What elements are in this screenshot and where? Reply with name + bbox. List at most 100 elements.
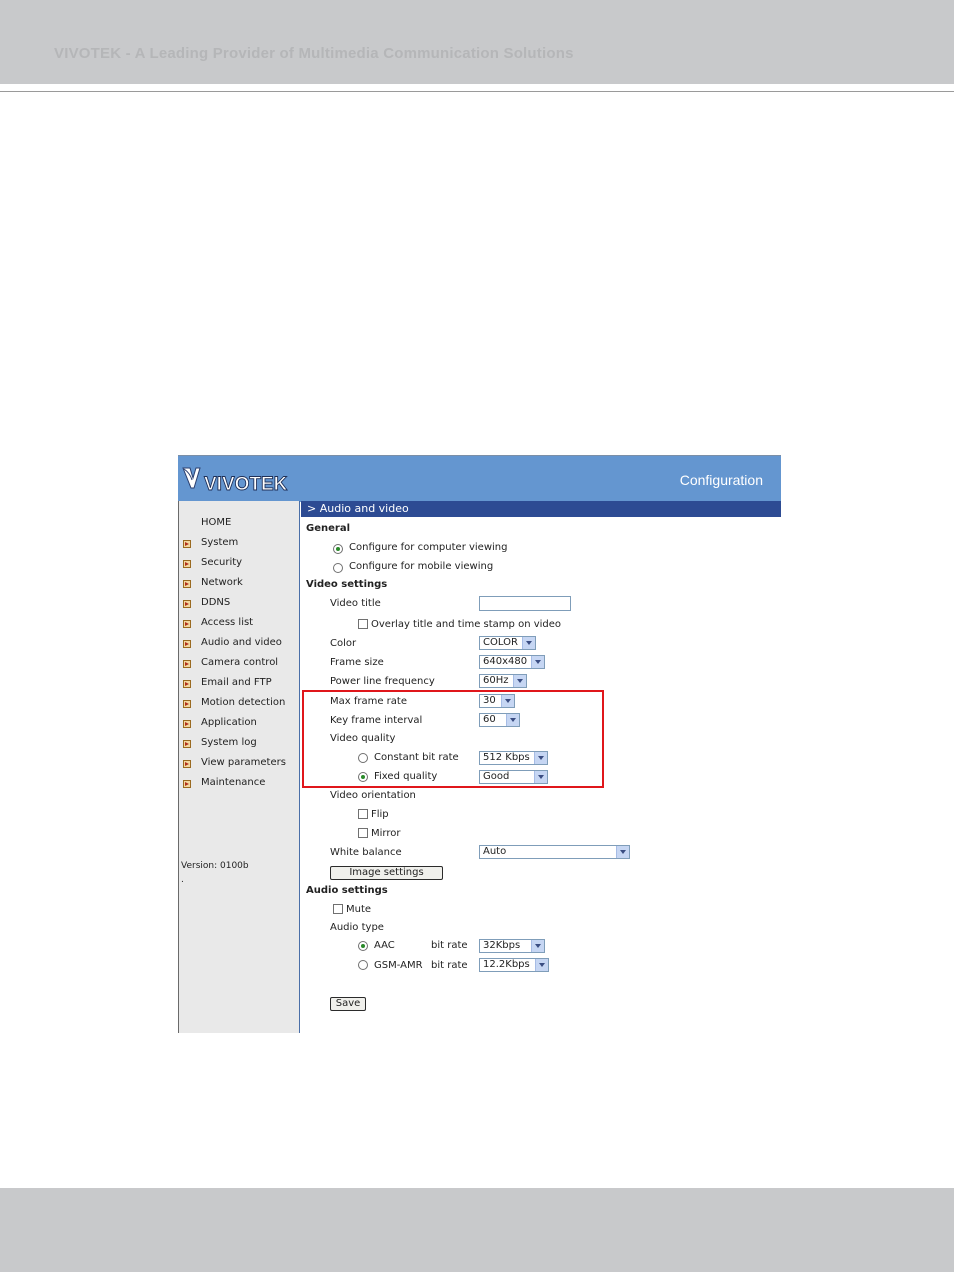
nav-item-label: System log [201, 737, 257, 748]
arrow-bullet-icon [183, 580, 191, 588]
white-balance-value: Auto [483, 846, 507, 857]
arrow-bullet-icon [183, 780, 191, 788]
section-title: > Audio and video [307, 502, 409, 515]
arrow-bullet-icon [183, 740, 191, 748]
page-header-title: VIVOTEK - A Leading Provider of Multimed… [54, 45, 574, 62]
nav-item-label: Access list [201, 617, 254, 628]
nav-item-label: System [201, 537, 239, 548]
general-heading: General [306, 523, 350, 534]
nav-item-label: Email and FTP [201, 677, 272, 688]
nav-item-label: Motion detection [201, 697, 286, 708]
nav-item-camera-control[interactable]: Camera control [179, 657, 300, 673]
power-line-label: Power line frequency [330, 676, 435, 687]
arrow-bullet-icon [183, 540, 191, 548]
gsm-bitrate-select[interactable]: 12.2Kbps [479, 958, 549, 972]
nav-item-label: Camera control [201, 657, 279, 668]
arrow-bullet-icon [183, 620, 191, 628]
power-line-select[interactable]: 60Hz [479, 674, 527, 688]
chevron-down-icon [513, 675, 526, 687]
version-label: Version: 0100b [181, 861, 249, 871]
nav-item-label: Network [201, 577, 243, 588]
aac-bitrate-label: bit rate [431, 940, 468, 951]
aac-label: AAC [374, 940, 395, 951]
video-title-label: Video title [330, 598, 381, 609]
overlay-checkbox[interactable] [358, 619, 368, 629]
nav-item-label: View parameters [201, 757, 286, 768]
flip-checkbox[interactable] [358, 809, 368, 819]
power-line-value: 60Hz [483, 675, 509, 686]
chevron-down-icon [531, 656, 544, 668]
computer-viewing-radio[interactable] [333, 544, 343, 554]
mirror-label: Mirror [371, 828, 401, 839]
gsm-bitrate-label: bit rate [431, 960, 468, 971]
nav-item-home[interactable]: HOME [179, 517, 300, 533]
white-balance-select[interactable]: Auto [479, 845, 630, 859]
overlay-label: Overlay title and time stamp on video [371, 619, 562, 630]
nav-item-access-list[interactable]: Access list [179, 617, 300, 633]
section-title-bar: > Audio and video [301, 501, 781, 517]
nav-item-system[interactable]: System [179, 537, 300, 553]
chevron-down-icon [531, 940, 544, 952]
image-settings-button[interactable]: Image settings [330, 866, 443, 880]
nav-item-label: Maintenance [201, 777, 266, 788]
color-label: Color [330, 638, 357, 649]
audio-settings-heading: Audio settings [306, 885, 388, 896]
nav-item-label: DDNS [201, 597, 231, 608]
nav-item-system-log[interactable]: System log [179, 737, 300, 753]
nav-item-network[interactable]: Network [179, 577, 300, 593]
arrow-bullet-icon [183, 720, 191, 728]
arrow-bullet-icon [183, 600, 191, 608]
mute-label: Mute [346, 904, 372, 915]
color-select[interactable]: COLOR [479, 636, 536, 650]
config-title: Configuration [679, 472, 763, 488]
nav-item-security[interactable]: Security [179, 557, 300, 573]
nav-item-ddns[interactable]: DDNS [179, 597, 300, 613]
nav-item-maintenance[interactable]: Maintenance [179, 777, 300, 793]
color-value: COLOR [483, 637, 518, 648]
mobile-viewing-label: Configure for mobile viewing [349, 561, 494, 572]
nav-item-label: Security [201, 557, 243, 568]
header-divider [0, 91, 954, 92]
page-header: VIVOTEK - A Leading Provider of Multimed… [0, 0, 954, 84]
logo-text: VIVOTEK [204, 474, 288, 495]
nav-item-label: Audio and video [201, 637, 282, 648]
highlight-box [302, 690, 604, 788]
nav-item-view-parameters[interactable]: View parameters [179, 757, 300, 773]
mirror-checkbox[interactable] [358, 828, 368, 838]
video-settings-heading: Video settings [306, 579, 388, 590]
nav-item-label: HOME [201, 517, 232, 528]
left-nav: HOME System Security Network DDNS Access list… [178, 501, 300, 1033]
nav-item-motion-detection[interactable]: Motion detection [179, 697, 300, 713]
arrow-bullet-icon [183, 660, 191, 668]
flip-label: Flip [371, 809, 389, 820]
frame-size-select[interactable]: 640x480 [479, 655, 545, 669]
nav-item-audio-and-video[interactable]: Audio and video [179, 637, 300, 653]
nav-item-application[interactable]: Application [179, 717, 300, 733]
white-balance-label: White balance [330, 847, 402, 858]
aac-bitrate-value: 32Kbps [483, 940, 521, 951]
arrow-bullet-icon [183, 640, 191, 648]
save-button[interactable]: Save [330, 997, 366, 1011]
frame-size-value: 640x480 [483, 656, 528, 667]
arrow-bullet-icon [183, 700, 191, 708]
video-title-input[interactable] [479, 596, 571, 611]
gsm-amr-radio[interactable] [358, 960, 368, 970]
aac-radio[interactable] [358, 941, 368, 951]
nav-item-label: Application [201, 717, 257, 728]
audio-type-label: Audio type [330, 922, 384, 933]
version-dot: . [181, 875, 184, 885]
video-orientation-label: Video orientation [330, 790, 416, 801]
frame-size-label: Frame size [330, 657, 384, 668]
chevron-down-icon [535, 959, 548, 971]
aac-bitrate-select[interactable]: 32Kbps [479, 939, 545, 953]
app-topbar: VIVOTEK Configuration [178, 455, 781, 502]
arrow-bullet-icon [183, 760, 191, 768]
nav-item-email-and-ftp[interactable]: Email and FTP [179, 677, 300, 693]
page-footer [0, 1188, 954, 1272]
mute-checkbox[interactable] [333, 904, 343, 914]
gsm-amr-label: GSM-AMR [374, 960, 423, 971]
computer-viewing-label: Configure for computer viewing [349, 542, 508, 553]
gsm-bitrate-value: 12.2Kbps [483, 959, 530, 970]
mobile-viewing-radio[interactable] [333, 563, 343, 573]
vivotek-logo: VIVOTEK [182, 467, 288, 495]
